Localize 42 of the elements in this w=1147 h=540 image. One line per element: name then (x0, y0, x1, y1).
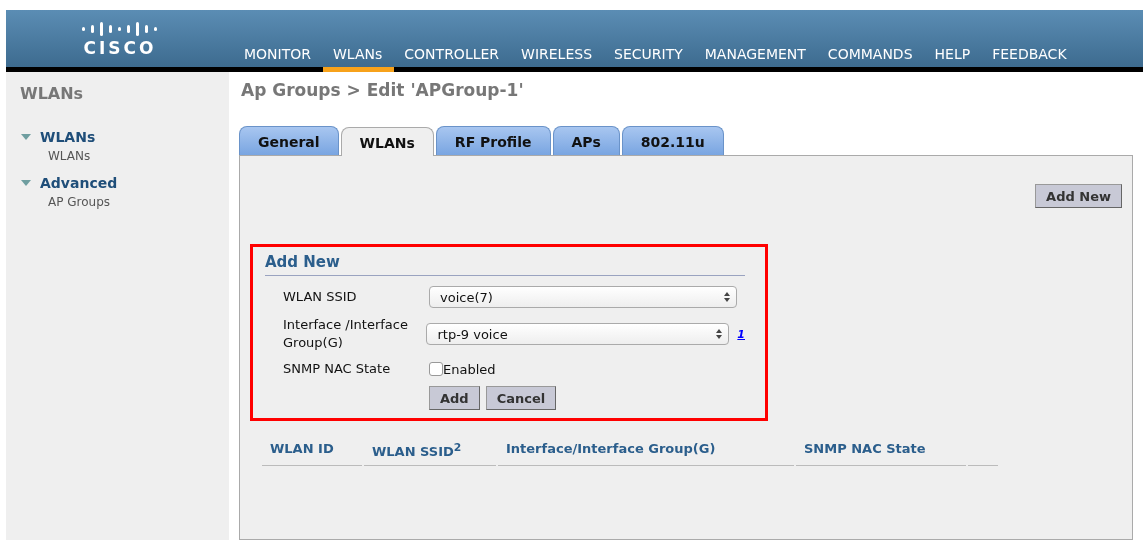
tab[interactable]: 802.11u (621, 126, 724, 155)
sidebar-link[interactable]: AP Groups (20, 195, 215, 209)
menu-item[interactable]: SECURITY (604, 46, 695, 72)
cancel-button[interactable]: Cancel (485, 386, 557, 410)
column-header: WLAN SSID$^{2}$ (364, 435, 496, 467)
select-field[interactable]: rtp-9 voice (426, 323, 730, 345)
field-label: WLAN SSID (283, 288, 358, 306)
tab[interactable]: RF Profile (435, 126, 551, 155)
triangle-icon[interactable] (20, 133, 32, 141)
triangle-icon[interactable] (20, 179, 32, 187)
sidebar-link[interactable]: WLANs (20, 149, 215, 163)
menu-item[interactable]: WIRELESS (511, 46, 605, 72)
add-new-button[interactable]: Add New (1035, 184, 1122, 208)
add-button[interactable]: Add (429, 386, 480, 410)
column-header: WLAN ID (262, 435, 362, 467)
tab[interactable]: APs (552, 126, 620, 155)
menu-item[interactable]: HELP (924, 46, 983, 72)
logo-text: CISCO (83, 37, 157, 58)
tab[interactable]: General (239, 126, 339, 155)
logo-icon (80, 19, 160, 36)
menu-item[interactable]: MANAGEMENT (694, 46, 818, 72)
field-label: SNMP NAC State (283, 360, 392, 378)
form-title: Add New (265, 253, 745, 276)
column-header: SNMP NAC State (796, 435, 966, 467)
menu-item[interactable]: CONTROLLER (394, 46, 512, 72)
column-header: Interface/Interface Group(G) (498, 435, 794, 467)
stepper-icon (724, 292, 730, 302)
sidebar-title: WLANs (20, 84, 85, 103)
page-title: Ap Groups > Edit 'APGroup-1' (240, 80, 525, 102)
menu-item[interactable]: MONITOR (234, 46, 323, 72)
checkbox-label: Enabled (443, 361, 496, 377)
checkbox[interactable] (429, 362, 443, 376)
menu-item[interactable]: WLANs (323, 46, 395, 72)
footnote-link[interactable]: 1 (737, 327, 745, 341)
tab[interactable]: WLANs (340, 127, 434, 156)
menu-item[interactable]: FEEDBACK (982, 46, 1079, 72)
field-label: Interface /Interface Group(G) (283, 316, 409, 352)
sidebar-section[interactable]: WLANs (40, 129, 96, 145)
sidebar-section[interactable]: Advanced (40, 175, 118, 191)
stepper-icon (716, 329, 723, 339)
select-field[interactable]: voice(7) (429, 286, 737, 308)
menu-item[interactable]: COMMANDS (817, 46, 925, 72)
